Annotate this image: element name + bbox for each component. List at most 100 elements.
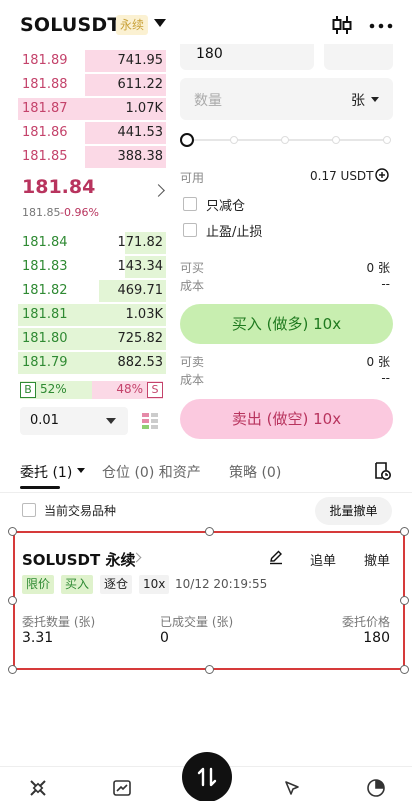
chase-order-button[interactable]: 追单 xyxy=(310,550,336,569)
order-price-value: 180 xyxy=(363,630,390,646)
selection-handle[interactable] xyxy=(205,527,214,536)
order-side-tag: 买入 xyxy=(61,575,94,594)
sell-ratio-label: S xyxy=(147,382,163,398)
precision-select[interactable]: 0.01 xyxy=(20,407,128,435)
discover-icon[interactable] xyxy=(282,778,302,798)
bid-price: 181.82 xyxy=(22,283,68,298)
quantity-input[interactable]: 数量 张 xyxy=(180,78,393,120)
margin-mode-tag: 逐仓 xyxy=(100,575,133,594)
assets-pie-icon[interactable] xyxy=(366,778,386,798)
add-funds-icon[interactable] xyxy=(375,168,389,182)
chart-icon[interactable] xyxy=(112,778,132,798)
order-symbol[interactable]: SOLUSDT 永续 xyxy=(22,549,135,570)
current-symbol-label[interactable]: 当前交易品种 xyxy=(44,502,116,519)
orderbook-layout-icon[interactable] xyxy=(141,412,159,430)
price-type-field[interactable] xyxy=(324,44,393,70)
ask-row[interactable]: 181.85 388.38 xyxy=(18,145,166,169)
edit-icon[interactable] xyxy=(268,549,284,565)
slider-step[interactable] xyxy=(383,136,391,144)
sell-ratio-value: 48% xyxy=(116,382,143,396)
can-buy-label: 可买 xyxy=(180,261,205,275)
tp-sl-checkbox[interactable] xyxy=(183,223,197,237)
selection-handle[interactable] xyxy=(8,665,17,674)
more-icon[interactable] xyxy=(368,14,394,36)
sell-short-button[interactable]: 卖出 (做空) 10x xyxy=(180,399,393,439)
tab-orders-dropdown-icon[interactable] xyxy=(77,468,85,473)
header: SOLUSDT 永续 xyxy=(0,0,412,48)
bid-row[interactable]: 181.82 469.71 xyxy=(18,279,166,303)
order-type-tag: 限价 xyxy=(22,575,55,594)
tab-orders[interactable]: 委托 (1) xyxy=(20,462,72,482)
order-price-label: 委托价格 xyxy=(341,615,390,629)
slider-step[interactable] xyxy=(281,136,289,144)
selection-handle[interactable] xyxy=(8,527,17,536)
bid-price: 181.81 xyxy=(22,307,68,322)
ask-row[interactable]: 181.89 741.95 xyxy=(18,49,166,73)
bid-row[interactable]: 181.79 882.53 xyxy=(18,351,166,375)
price-input-value: 180 xyxy=(196,46,223,62)
available-value: 0.17 USDT xyxy=(310,169,374,183)
quantity-slider[interactable] xyxy=(180,132,393,148)
swap-arrows-icon xyxy=(197,767,217,787)
tab-positions[interactable]: 仓位 (0) 和资产 xyxy=(102,462,201,482)
can-buy-value: 0 张 xyxy=(366,261,390,275)
order-qty-value: 3.31 xyxy=(22,630,54,646)
bid-row[interactable]: 181.84 171.82 xyxy=(18,231,166,255)
symbol-dropdown-icon[interactable] xyxy=(154,19,166,27)
symbol-title[interactable]: SOLUSDT xyxy=(20,14,121,36)
bid-row[interactable]: 181.80 725.82 xyxy=(18,327,166,351)
trade-button[interactable] xyxy=(182,752,232,801)
ask-qty: 611.22 xyxy=(117,77,164,92)
ask-row[interactable]: 181.86 441.53 xyxy=(18,121,166,145)
selection-handle[interactable] xyxy=(8,596,17,605)
selection-handle[interactable] xyxy=(400,596,409,605)
current-symbol-checkbox[interactable] xyxy=(22,503,36,517)
tab-active-indicator xyxy=(20,486,60,489)
quantity-unit[interactable]: 张 xyxy=(351,90,365,110)
filled-qty-label: 已成交量 (张) xyxy=(160,615,234,629)
chevron-right-icon[interactable] xyxy=(152,184,165,197)
buy-sell-ratio: B 52% 48% S xyxy=(20,381,163,399)
buy-long-button[interactable]: 买入 (做多) 10x xyxy=(180,304,393,344)
candlestick-chart-icon[interactable] xyxy=(331,14,353,36)
cost-label: 成本 xyxy=(180,373,205,387)
ask-price: 181.85 xyxy=(22,149,68,164)
last-price: 181.84 xyxy=(22,176,96,198)
bid-qty: 1.03K xyxy=(125,307,163,322)
ask-row[interactable]: 181.87 1.07K xyxy=(18,97,166,121)
slider-step[interactable] xyxy=(332,136,340,144)
price-change: -0.96% xyxy=(60,206,99,219)
markets-grid-icon[interactable] xyxy=(28,778,48,798)
price-input[interactable]: 180 xyxy=(180,44,314,70)
buy-ratio-value: 52% xyxy=(40,382,67,396)
cancel-order-button[interactable]: 撤单 xyxy=(364,550,390,569)
slider-handle[interactable] xyxy=(180,133,194,147)
slider-step[interactable] xyxy=(230,136,238,144)
cancel-all-button[interactable]: 批量撤单 xyxy=(315,497,392,525)
order-history-icon[interactable] xyxy=(373,461,391,481)
ask-price: 181.89 xyxy=(22,53,68,68)
order-qty-label: 委托数量 (张) xyxy=(22,615,96,629)
tab-strategy[interactable]: 策略 (0) xyxy=(229,462,281,482)
ask-price: 181.86 xyxy=(22,125,68,140)
bid-qty: 725.82 xyxy=(117,331,164,346)
selection-handle[interactable] xyxy=(400,665,409,674)
order-time: 10/12 20:19:55 xyxy=(175,577,268,591)
ask-qty: 741.95 xyxy=(117,53,164,68)
can-sell-value: 0 张 xyxy=(366,355,390,369)
cost-label: 成本 xyxy=(180,279,205,293)
bid-price: 181.83 xyxy=(22,259,68,274)
reduce-only-checkbox[interactable] xyxy=(183,197,197,211)
bid-row[interactable]: 181.83 143.34 xyxy=(18,255,166,279)
unit-dropdown-icon[interactable] xyxy=(371,97,379,102)
tp-sl-label[interactable]: 止盈/止损 xyxy=(206,221,262,240)
mark-price: 181.85 xyxy=(22,206,61,219)
selection-handle[interactable] xyxy=(205,665,214,674)
selection-handle[interactable] xyxy=(400,527,409,536)
can-sell-label: 可卖 xyxy=(180,355,205,369)
bid-row[interactable]: 181.81 1.03K xyxy=(18,303,166,327)
bid-qty: 469.71 xyxy=(117,283,164,298)
filled-qty-value: 0 xyxy=(160,630,169,646)
ask-row[interactable]: 181.88 611.22 xyxy=(18,73,166,97)
reduce-only-label[interactable]: 只减仓 xyxy=(206,195,245,214)
